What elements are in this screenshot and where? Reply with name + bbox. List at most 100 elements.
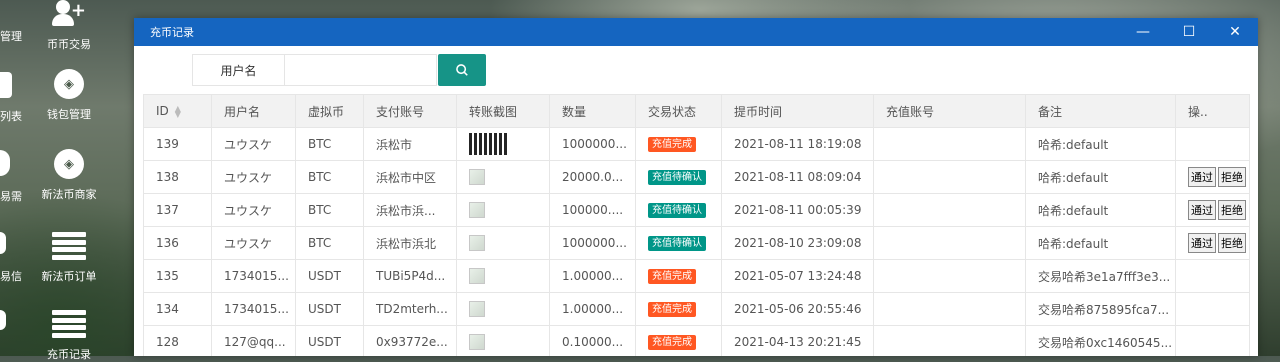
cell-recharge	[873, 226, 1026, 260]
desktop-icon-label-partial[interactable]: 管理	[0, 28, 22, 44]
cell-account: TD2mterh...	[363, 292, 457, 326]
merchant-ring-icon: ◈	[54, 149, 84, 179]
broken-image-icon[interactable]	[469, 268, 485, 284]
desktop-icon-wallet[interactable]: ◈ 钱包管理	[24, 66, 114, 122]
cell-text: 136	[156, 236, 179, 250]
wallet-ring-icon: ◈	[54, 69, 84, 99]
column-header-label: 充值账号	[886, 104, 935, 119]
cell-screenshot	[456, 325, 550, 356]
table-row: 137 ユウスケ BTC 浜松市浜... 100000.... 充值待确认 2021-08-…	[143, 193, 1250, 227]
cell-amount: 1000000...	[549, 226, 636, 260]
cell-amount: 20000.0...	[549, 160, 636, 194]
column-header: 交易状态	[635, 94, 722, 128]
desktop-icon-deposit-records[interactable]: 充币记录	[24, 306, 114, 362]
list-icon	[52, 232, 86, 260]
cell-screenshot	[456, 259, 550, 293]
desktop-icon-label-partial[interactable]: 列表	[0, 108, 22, 124]
cell-id: 134	[143, 292, 212, 326]
cell-text: 1.00000...	[562, 302, 624, 316]
cell-text: 1734015...	[224, 302, 289, 316]
cell-text: 1000000...	[562, 236, 627, 250]
column-header[interactable]: ID ▲ ▼	[143, 94, 212, 128]
username-label: 用户名	[192, 54, 285, 86]
cell-text: 2021-04-13 20:21:45	[734, 335, 862, 349]
cell-user: ユウスケ	[211, 160, 296, 194]
reject-button[interactable]: 拒绝	[1218, 167, 1246, 187]
desktop-icon-label: 新法币商家	[41, 188, 97, 201]
broken-image-icon[interactable]	[469, 169, 485, 185]
window-title: 充币记录	[150, 26, 194, 39]
reject-button[interactable]: 拒绝	[1218, 233, 1246, 253]
column-header-label: 交易状态	[648, 104, 697, 119]
cell-screenshot	[456, 193, 550, 227]
table-row: 136 ユウスケ BTC 浜松市浜北 1000000... 充值待确认 2021-08-10…	[143, 226, 1250, 260]
approve-button[interactable]: 通过	[1188, 233, 1216, 253]
broken-image-icon[interactable]	[469, 334, 485, 350]
cell-screenshot	[456, 160, 550, 194]
cell-text: 交易哈希875895fca7...	[1038, 302, 1170, 317]
cell-account: 浜松市中区	[363, 160, 457, 194]
cell-note: 哈希:default	[1025, 226, 1176, 260]
desktop-icon-label: 钱包管理	[47, 108, 91, 121]
cell-recharge	[873, 127, 1026, 161]
search-button[interactable]	[438, 54, 486, 86]
username-search-input[interactable]	[285, 54, 437, 86]
desktop-icon-label-partial[interactable]: 易需	[0, 188, 22, 204]
desktop-icon-coin-trade[interactable]: + 币币交易	[24, 0, 114, 52]
cell-text: 2021-05-06 20:55:46	[734, 302, 862, 316]
maximize-button[interactable]: ☐	[1166, 18, 1212, 46]
cell-text: 1734015...	[224, 269, 289, 283]
cell-text: 哈希:default	[1038, 203, 1109, 218]
cell-note: 交易哈希0xc1460545...	[1025, 325, 1176, 356]
cell-time: 2021-08-11 18:19:08	[721, 127, 874, 161]
approve-button[interactable]: 通过	[1188, 200, 1216, 220]
desktop-icon-merchant[interactable]: ◈ 新法币商家	[24, 146, 114, 202]
desktop-icon-label-partial[interactable]: 易信	[0, 268, 22, 284]
cell-recharge	[873, 325, 1026, 356]
approve-button[interactable]: 通过	[1188, 167, 1216, 187]
column-header-label: 操..	[1188, 104, 1208, 119]
cell-coin: USDT	[295, 325, 364, 356]
cell-text: 100000....	[562, 203, 624, 217]
cell-note: 交易哈希3e1a7fff3e3...	[1025, 259, 1176, 293]
table-header-row: ID ▲ ▼ 用户名 虚拟币 支付账号 转账截图 数量 交易状态 提币时间 充值账号 备注 操..	[143, 94, 1250, 128]
qr-code-image[interactable]	[469, 133, 509, 155]
cell-text: ユウスケ	[224, 170, 273, 185]
desktop-icon-fiat-orders[interactable]: 新法币订单	[24, 228, 114, 284]
partial-icon	[0, 72, 12, 98]
reject-button[interactable]: 拒绝	[1218, 200, 1246, 220]
partial-icon	[0, 232, 6, 254]
cell-status: 充值待确认	[635, 226, 722, 260]
cell-actions	[1175, 292, 1250, 326]
column-header-label: 备注	[1038, 104, 1063, 119]
status-badge: 充值完成	[648, 302, 696, 317]
cell-amount: 1.00000...	[549, 259, 636, 293]
column-header-label: 提币时间	[734, 104, 783, 119]
cell-screenshot	[456, 292, 550, 326]
broken-image-icon[interactable]	[469, 202, 485, 218]
cell-text: 2021-08-11 08:09:04	[734, 170, 862, 184]
sort-icon[interactable]: ▲ ▼	[175, 104, 181, 118]
window-titlebar[interactable]: 充币记录 — ☐ ✕	[134, 18, 1258, 46]
list-icon	[52, 310, 86, 338]
cell-text: 139	[156, 137, 179, 151]
table-row: 128 127@qq... USDT 0x93772e... 0.10000... 充值完…	[143, 325, 1250, 356]
close-button[interactable]: ✕	[1212, 18, 1258, 46]
cell-user: 1734015...	[211, 259, 296, 293]
cell-recharge	[873, 292, 1026, 326]
column-header: 虚拟币	[295, 94, 364, 128]
minimize-button[interactable]: —	[1120, 18, 1166, 46]
cell-text: 交易哈希0xc1460545...	[1038, 335, 1173, 350]
cell-text: BTC	[308, 236, 332, 250]
column-header-label: 用户名	[224, 104, 261, 119]
cell-status: 充值完成	[635, 292, 722, 326]
search-icon	[456, 64, 468, 76]
cell-text: 138	[156, 170, 179, 184]
broken-image-icon[interactable]	[469, 301, 485, 317]
cell-time: 2021-08-10 23:09:08	[721, 226, 874, 260]
cell-amount: 0.10000...	[549, 325, 636, 356]
cell-status: 充值完成	[635, 325, 722, 356]
cell-note: 哈希:default	[1025, 127, 1176, 161]
broken-image-icon[interactable]	[469, 235, 485, 251]
desktop-icon-label: 充币记录	[47, 348, 91, 361]
